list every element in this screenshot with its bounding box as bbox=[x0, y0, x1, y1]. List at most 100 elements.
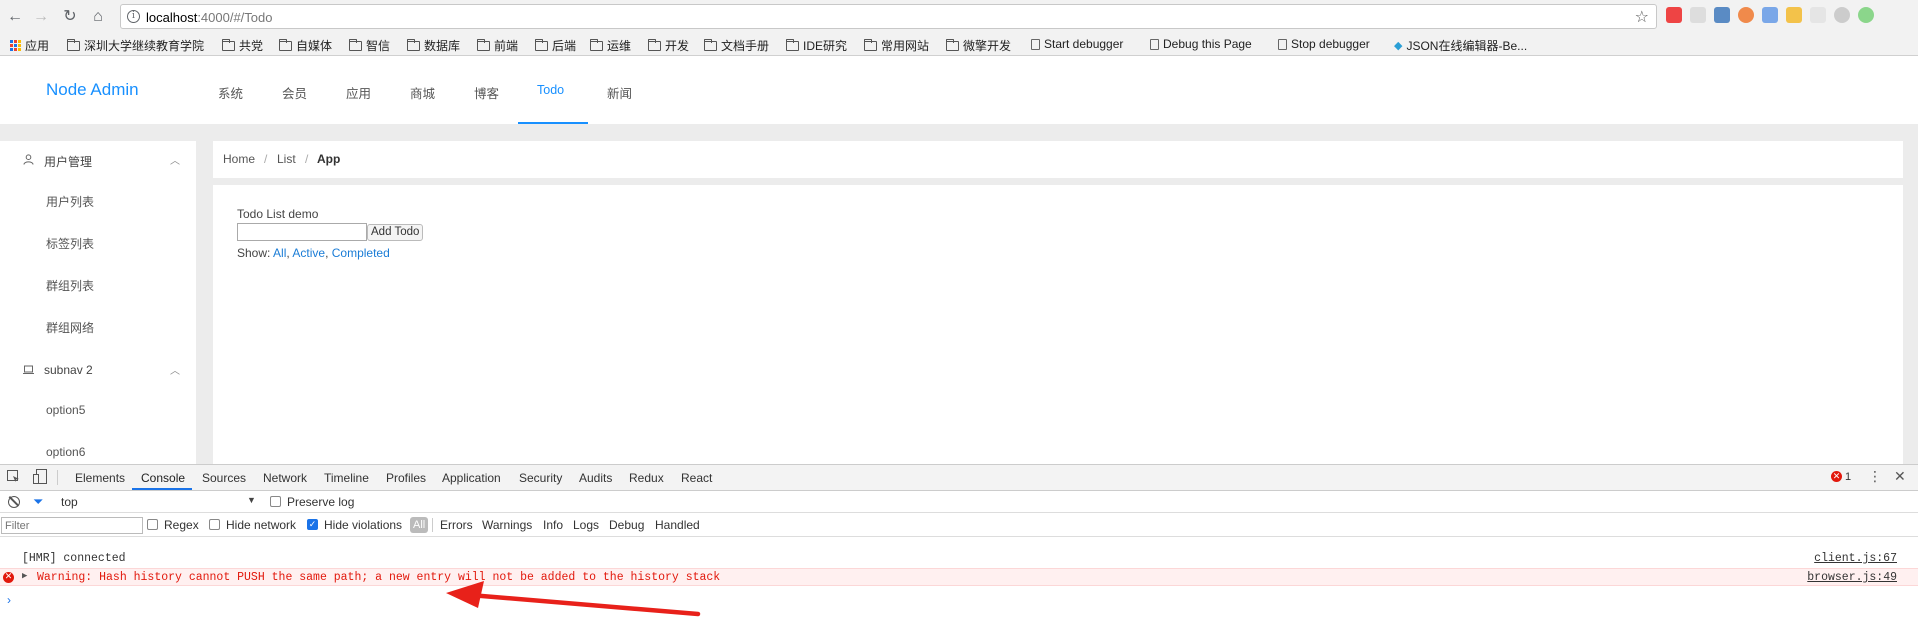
breadcrumb-list[interactable]: List bbox=[277, 152, 296, 166]
extension-icon[interactable] bbox=[1810, 7, 1826, 23]
bookmark-label: IDE研究 bbox=[803, 39, 848, 53]
bookmark-folder[interactable]: 前端 bbox=[477, 37, 518, 54]
forward-arrow-icon[interactable]: → bbox=[31, 7, 51, 27]
extension-icon[interactable] bbox=[1786, 7, 1802, 23]
filter-active[interactable]: Active bbox=[292, 246, 325, 260]
bookmark-folder[interactable]: 数据库 bbox=[407, 37, 460, 54]
bookmark-label: 深圳大学继续教育学院 bbox=[84, 39, 205, 53]
home-icon[interactable]: ⌂ bbox=[88, 7, 108, 27]
app-root: Node Admin 系统 会员 应用 商城 博客 Todo 新闻 用户管理 ︿… bbox=[0, 56, 1918, 464]
submenu-subnav-2[interactable]: subnav 2 ︿ bbox=[0, 351, 196, 391]
submenu-user-management[interactable]: 用户管理 ︿ bbox=[0, 141, 196, 181]
todo-title: Todo List demo bbox=[237, 207, 319, 221]
folder-icon bbox=[279, 38, 292, 51]
todo-input[interactable] bbox=[237, 223, 367, 241]
bookmark-label: 智信 bbox=[366, 39, 391, 53]
bookmark-label: 开发 bbox=[665, 39, 690, 53]
folder-icon bbox=[864, 38, 877, 51]
add-todo-button[interactable]: Add Todo bbox=[367, 224, 424, 241]
bookmark-link[interactable]: ◆ JSON在线编辑器-Be... bbox=[1394, 37, 1527, 54]
json-diamond-icon: ◆ bbox=[1394, 40, 1403, 52]
nav-item-members[interactable]: 会员 bbox=[282, 83, 307, 102]
bookmark-folder[interactable]: 微擎开发 bbox=[946, 37, 1011, 54]
folder-icon bbox=[648, 38, 661, 51]
sidebar-item-tag-list[interactable]: 标签列表 bbox=[46, 235, 94, 252]
bookmark-folder[interactable]: 文档手册 bbox=[704, 37, 769, 54]
bookmark-label: 常用网站 bbox=[881, 39, 930, 53]
breadcrumb-separator: / bbox=[305, 152, 309, 166]
breadcrumb: Home / List / App bbox=[213, 141, 1903, 178]
bookmark-folder[interactable]: 开发 bbox=[648, 37, 689, 54]
breadcrumb-separator: / bbox=[264, 152, 268, 166]
laptop-icon bbox=[23, 364, 34, 375]
bookmark-label: 文档手册 bbox=[721, 39, 770, 53]
address-bar[interactable]: i localhost:4000/#/Todo ☆ bbox=[120, 4, 1657, 29]
url-text[interactable]: localhost:4000/#/Todo bbox=[146, 10, 273, 25]
bookmark-folder[interactable]: 共党 bbox=[222, 37, 263, 54]
extension-icon[interactable] bbox=[1858, 7, 1874, 23]
filter-completed[interactable]: Completed bbox=[332, 246, 390, 260]
reload-icon[interactable]: ↻ bbox=[60, 7, 80, 27]
bookmark-label: Debug this Page bbox=[1163, 37, 1252, 51]
submenu-label: subnav 2 bbox=[44, 363, 93, 377]
folder-icon bbox=[535, 38, 548, 51]
bookmark-link[interactable]: Stop debugger bbox=[1278, 37, 1370, 51]
sidebar-item-option5[interactable]: option5 bbox=[46, 403, 85, 417]
nav-item-system[interactable]: 系统 bbox=[218, 83, 243, 102]
bookmark-label: 应用 bbox=[25, 39, 50, 53]
bookmark-folder[interactable]: 常用网站 bbox=[864, 37, 929, 54]
bookmark-label: Start debugger bbox=[1044, 37, 1124, 51]
folder-icon bbox=[590, 38, 603, 51]
bookmark-folder[interactable]: 运维 bbox=[590, 37, 631, 54]
page-icon bbox=[1031, 38, 1040, 50]
bookmark-label: 微擎开发 bbox=[963, 39, 1012, 53]
nav-item-shop[interactable]: 商城 bbox=[410, 83, 435, 102]
folder-icon bbox=[67, 38, 80, 51]
bookmark-folder[interactable]: IDE研究 bbox=[786, 37, 847, 54]
bookmark-folder[interactable]: 自媒体 bbox=[279, 37, 332, 54]
extension-icon[interactable] bbox=[1690, 7, 1706, 23]
url-path: :4000/#/Todo bbox=[197, 10, 273, 25]
bookmark-apps[interactable]: 应用 bbox=[10, 37, 49, 54]
sidebar-item-group-network[interactable]: 群组网络 bbox=[46, 319, 94, 336]
bookmarks-bar: 应用 深圳大学继续教育学院 共党 自媒体 智信 数据库 前端 后端 运维 开发 … bbox=[0, 34, 1918, 56]
filter-all[interactable]: All bbox=[273, 246, 286, 260]
extension-icon[interactable] bbox=[1738, 7, 1754, 23]
bookmark-folder[interactable]: 智信 bbox=[349, 37, 390, 54]
bookmark-label: 运维 bbox=[607, 39, 632, 53]
bookmark-folder[interactable]: 后端 bbox=[535, 37, 576, 54]
folder-icon bbox=[349, 38, 362, 51]
sidebar-item-option6[interactable]: option6 bbox=[46, 445, 85, 459]
apps-grid-icon bbox=[10, 40, 21, 51]
folder-icon bbox=[786, 38, 799, 51]
bookmark-link[interactable]: Debug this Page bbox=[1150, 37, 1252, 51]
extension-icon[interactable] bbox=[1834, 7, 1850, 23]
logo[interactable]: Node Admin bbox=[46, 80, 139, 100]
sidebar-item-group-list[interactable]: 群组列表 bbox=[46, 277, 94, 294]
bookmark-label: JSON在线编辑器-Be... bbox=[1406, 39, 1528, 53]
active-tab-indicator bbox=[518, 122, 588, 124]
extension-icon[interactable] bbox=[1714, 7, 1730, 23]
bookmark-star-icon[interactable]: ☆ bbox=[1635, 7, 1649, 27]
extensions-area bbox=[1666, 7, 1874, 23]
nav-item-apps[interactable]: 应用 bbox=[346, 83, 371, 102]
bookmark-label: 后端 bbox=[552, 39, 577, 53]
back-arrow-icon[interactable]: ← bbox=[5, 7, 25, 27]
nav-item-news[interactable]: 新闻 bbox=[607, 83, 632, 102]
breadcrumb-home[interactable]: Home bbox=[223, 152, 255, 166]
bookmark-link[interactable]: Start debugger bbox=[1031, 37, 1123, 51]
nav-item-todo[interactable]: Todo bbox=[537, 83, 564, 97]
bookmark-label: 前端 bbox=[494, 39, 519, 53]
nav-item-blog[interactable]: 博客 bbox=[474, 83, 499, 102]
chevron-up-icon: ︿ bbox=[170, 156, 180, 167]
extension-icon[interactable] bbox=[1762, 7, 1778, 23]
top-nav: Node Admin 系统 会员 应用 商城 博客 Todo 新闻 bbox=[0, 56, 1918, 124]
user-icon bbox=[23, 154, 34, 165]
extension-icon[interactable] bbox=[1666, 7, 1682, 23]
bookmark-label: 共党 bbox=[239, 39, 264, 53]
page-icon bbox=[1278, 38, 1287, 50]
sidebar-item-user-list[interactable]: 用户列表 bbox=[46, 193, 94, 210]
bookmark-folder[interactable]: 深圳大学继续教育学院 bbox=[67, 37, 204, 54]
info-icon[interactable]: i bbox=[127, 10, 140, 23]
todo-panel: Todo List demo Add Todo Show: All, Activ… bbox=[213, 185, 1903, 464]
